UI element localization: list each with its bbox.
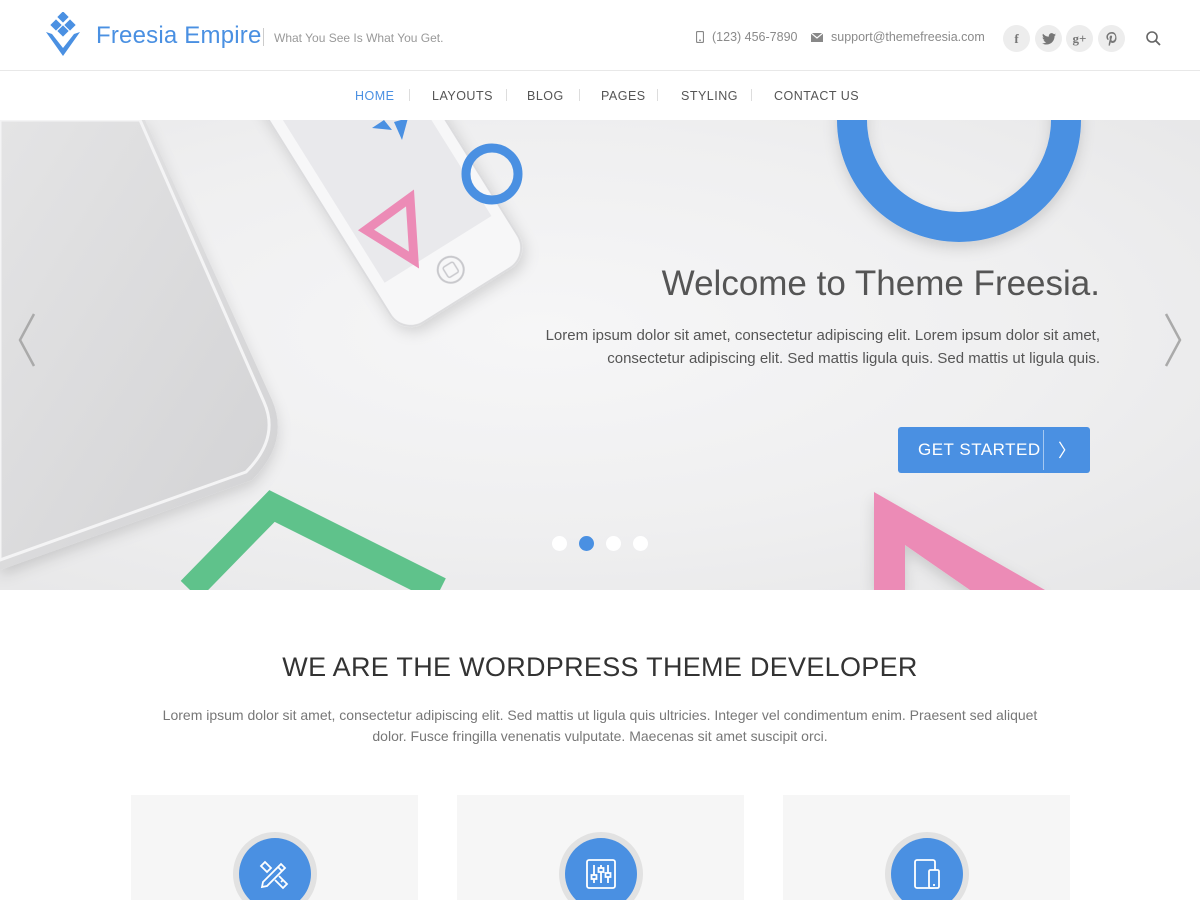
contact-email[interactable]: support@themefreesia.com bbox=[811, 30, 985, 44]
nav-separator bbox=[409, 89, 410, 101]
hero-title: Welcome to Theme Freesia. bbox=[661, 264, 1100, 303]
slider-dot-4[interactable] bbox=[633, 536, 648, 551]
nav-item-contact-us[interactable]: CONTACT US bbox=[774, 89, 859, 103]
chevron-right-icon: 〉 bbox=[1058, 441, 1076, 461]
nav-item-styling[interactable]: STYLING bbox=[681, 89, 738, 103]
feature-icon-ring bbox=[559, 832, 643, 900]
nav-separator bbox=[506, 89, 507, 101]
feature-card[interactable] bbox=[131, 795, 418, 900]
nav-item-home[interactable]: HOME bbox=[355, 89, 395, 103]
contact-phone[interactable]: (123) 456-7890 bbox=[696, 30, 797, 44]
feature-icon-ring bbox=[233, 832, 317, 900]
nav-item-layouts[interactable]: LAYOUTS bbox=[432, 89, 493, 103]
google-plus-icon[interactable]: g+ bbox=[1066, 25, 1093, 52]
devices-icon bbox=[914, 859, 940, 889]
slider-dot-1[interactable] bbox=[552, 536, 567, 551]
phone-number: (123) 456-7890 bbox=[712, 30, 798, 44]
feature-icon-ring bbox=[885, 832, 969, 900]
nav-item-blog[interactable]: BLOG bbox=[527, 89, 564, 103]
phone-icon bbox=[696, 31, 704, 43]
slider-next-arrow-icon[interactable] bbox=[1162, 310, 1186, 370]
main-navigation: HOME LAYOUTS BLOG PAGES STYLING CONTACT … bbox=[0, 71, 1200, 120]
nav-item-pages[interactable]: PAGES bbox=[601, 89, 646, 103]
feature-card[interactable] bbox=[783, 795, 1070, 900]
site-header: Freesia Empire What You See Is What You … bbox=[0, 0, 1200, 71]
get-started-label: GET STARTED bbox=[918, 440, 1041, 459]
site-tagline: What You See Is What You Get. bbox=[274, 31, 444, 45]
slider-pagination bbox=[552, 536, 648, 551]
twitter-icon[interactable] bbox=[1035, 25, 1062, 52]
sliders-icon bbox=[586, 859, 616, 889]
slider-dot-2[interactable] bbox=[579, 536, 594, 551]
slider-prev-arrow-icon[interactable] bbox=[14, 310, 38, 370]
nav-separator bbox=[579, 89, 580, 101]
logo-icon[interactable] bbox=[44, 12, 82, 58]
nav-separator bbox=[657, 89, 658, 101]
feature-card[interactable] bbox=[457, 795, 744, 900]
title-separator bbox=[263, 28, 264, 46]
slider-dot-3[interactable] bbox=[606, 536, 621, 551]
nav-separator bbox=[751, 89, 752, 101]
pinterest-icon[interactable] bbox=[1098, 25, 1125, 52]
email-address: support@themefreesia.com bbox=[831, 30, 985, 44]
facebook-icon[interactable]: f bbox=[1003, 25, 1030, 52]
hero-slider: Welcome to Theme Freesia. Lorem ipsum do… bbox=[0, 120, 1200, 590]
design-tools-icon bbox=[259, 860, 289, 890]
about-heading: WE ARE THE WORDPRESS THEME DEVELOPER bbox=[282, 652, 918, 682]
site-title[interactable]: Freesia Empire bbox=[96, 22, 262, 50]
search-icon[interactable] bbox=[1145, 30, 1163, 48]
about-text: Lorem ipsum dolor sit amet, consectetur … bbox=[162, 707, 1038, 744]
envelope-icon bbox=[811, 32, 823, 42]
get-started-button[interactable]: GET STARTED 〉 bbox=[898, 427, 1090, 473]
hero-description: Lorem ipsum dolor sit amet, consectetur … bbox=[545, 327, 1100, 367]
